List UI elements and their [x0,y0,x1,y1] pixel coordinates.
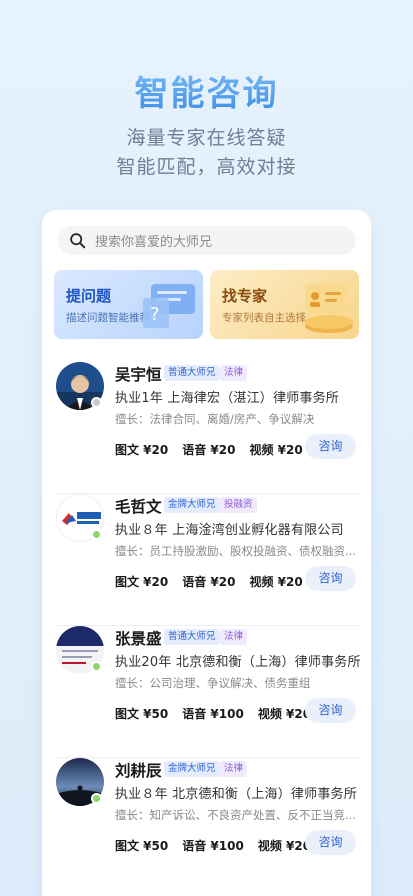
level-badge: 普通大师兄 [164,629,220,645]
hero-subtitle-line1: 海量专家在线答疑 [126,127,287,149]
voice-price: 语音 ¥20 [182,575,236,589]
search-icon [70,233,86,249]
consult-button[interactable]: 咨询 [305,566,356,591]
expert-skills: 擅长：知产诉讼、不良资产处置、反不正当竞... [115,808,355,822]
category-badge: 法律 [220,629,248,645]
text-price: 图文 ¥20 [115,443,169,457]
ask-question-desc: 描述问题智能推荐 [66,312,150,324]
category-badge: 法律 [220,761,248,777]
offline-status-dot [91,397,102,408]
expert-name: 毛哲文 [115,498,162,516]
svg-text:?: ? [150,304,160,325]
price-list: 图文 ¥20 语音 ¥20 视频 ¥20 [115,573,317,590]
expert-skills: 擅长：公司治理、争议解决、债务重组 [115,676,311,690]
search-placeholder: 搜索你喜爱的大师兄 [95,235,213,250]
online-status-dot [91,793,102,804]
text-price: 图文 ¥20 [115,575,169,589]
ask-question-banner[interactable]: 提问题 描述问题智能推荐 ? [54,270,203,339]
consult-button[interactable]: 咨询 [305,434,356,459]
expert-card[interactable]: 毛哲文 金牌大师兄 投融资 执业８年 上海淦湾创业孵化器有限公司 擅长：员工持股… [42,494,371,626]
question-board-icon: ? [143,284,195,328]
consult-button[interactable]: 咨询 [305,698,356,723]
video-price: 视频 ¥20 [249,443,303,457]
ask-question-title: 提问题 [66,287,112,305]
level-badge: 普通大师兄 [164,365,220,381]
consult-button[interactable]: 咨询 [305,830,356,855]
price-list: 图文 ¥50 语音 ¥100 视频 ¥200 [115,837,333,854]
find-expert-desc: 专家列表自主选择 [222,312,306,324]
expert-card[interactable]: 吴宇恒 普通大师兄 法律 执业1年 上海律宏（湛江）律师事务所 擅长：法律合同、… [42,362,371,494]
text-price: 图文 ¥50 [115,707,169,721]
expert-name: 刘耕辰 [115,762,162,780]
category-badge: 法律 [220,365,248,381]
text-price: 图文 ¥50 [115,839,169,853]
expert-name: 吴宇恒 [115,366,162,384]
expert-card[interactable]: 张景盛 普通大师兄 法律 执业20年 北京德和衡（上海）律师事务所 擅长：公司治… [42,626,371,758]
online-status-dot [91,529,102,540]
hero-title: 智能咨询 [0,66,413,115]
hero-subtitle-line2: 智能匹配，高效对接 [116,156,297,178]
expert-card[interactable]: 刘耕辰 金牌大师兄 法律 执业８年 北京德和衡（上海）律师事务所 擅长：知产诉讼… [42,758,371,890]
voice-price: 语音 ¥100 [182,839,244,853]
price-list: 图文 ¥50 语音 ¥100 视频 ¥200 [115,705,333,722]
expert-practice: 执业８年 上海淦湾创业孵化器有限公司 [115,523,344,538]
expert-skills: 擅长：法律合同、离婚/房产、争议解决 [115,412,315,426]
expert-panel: 搜索你喜爱的大师兄 提问题 描述问题智能推荐 ? 找专家 专家列表自主选择 吴宇… [42,210,371,896]
expert-practice: 执业1年 上海律宏（湛江）律师事务所 [115,391,340,406]
level-badge: 金牌大师兄 [164,497,220,513]
expert-skills: 擅长：员工持股激励、股权投融资、债权融资... [115,544,355,558]
video-price: 视频 ¥20 [249,575,303,589]
expert-practice: 执业８年 北京德和衡（上海）律师事务所 [115,787,357,802]
find-expert-title: 找专家 [222,287,268,305]
price-list: 图文 ¥20 语音 ¥20 视频 ¥20 [115,441,317,458]
search-input[interactable]: 搜索你喜爱的大师兄 [58,226,356,255]
online-status-dot [91,661,102,672]
find-expert-banner[interactable]: 找专家 专家列表自主选择 [210,270,359,339]
level-badge: 金牌大师兄 [164,761,220,777]
expert-practice: 执业20年 北京德和衡（上海）律师事务所 [115,655,361,670]
id-card-icon [305,284,353,333]
voice-price: 语音 ¥100 [182,707,244,721]
voice-price: 语音 ¥20 [182,443,236,457]
category-badge: 投融资 [220,497,257,513]
expert-name: 张景盛 [115,630,162,648]
